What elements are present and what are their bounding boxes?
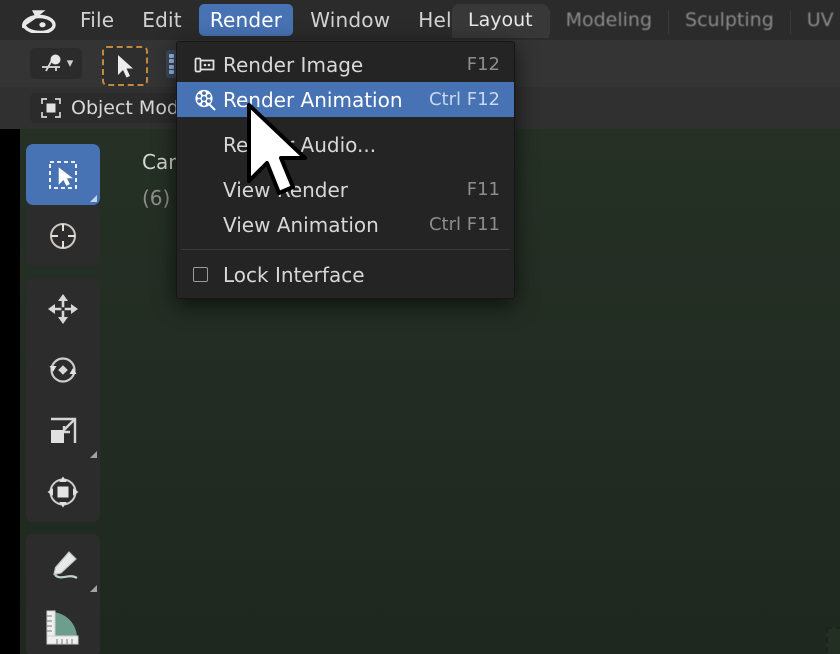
menu-gap (177, 162, 514, 172)
menu-item-shortcut: Ctrl F12 (428, 89, 500, 110)
camera-frame-border (826, 627, 840, 654)
left-edge-strip (0, 129, 20, 654)
tool-transform[interactable] (26, 461, 100, 522)
menu-item-label: View Render (223, 177, 349, 202)
menu-item-shortcut: F11 (466, 179, 500, 200)
tool-move[interactable] (26, 278, 100, 339)
cursor-arrow-icon (118, 55, 133, 78)
menu-item-view-animation[interactable]: View Animation Ctrl F11 (177, 207, 514, 242)
drag-grip-icon (169, 59, 174, 64)
tab-uv-editing[interactable]: UV E (791, 4, 840, 38)
menu-window[interactable]: Window (299, 4, 401, 36)
menu-item-render-audio[interactable]: Render Audio... (177, 127, 514, 162)
blender-logo-icon[interactable] (22, 7, 56, 33)
active-tool-button[interactable] (102, 46, 148, 86)
tool-tweak-select-box[interactable] (26, 144, 100, 205)
move-arrows-icon (48, 293, 78, 324)
tab-modeling[interactable]: Modeling (550, 4, 668, 38)
render-image-camera-icon (193, 54, 223, 76)
menu-item-render-animation[interactable]: Render Animation Ctrl F12 (177, 82, 514, 117)
mode-label: Object Mode (71, 97, 191, 119)
render-animation-filmreel-icon (193, 88, 223, 111)
menu-item-label: Render Image (223, 52, 364, 77)
workspace-tabs: Layout Modeling Sculpting UV E (452, 4, 840, 38)
tool-scale[interactable] (26, 400, 100, 461)
tab-layout[interactable]: Layout (452, 4, 549, 38)
scale-icon (51, 417, 77, 443)
drag-grip-icon (169, 54, 174, 59)
measure-ruler-icon (46, 610, 79, 644)
tool-measure[interactable] (26, 595, 100, 654)
menu-item-label: Render Animation (223, 87, 403, 112)
menu-item-view-render[interactable]: View Render F11 (177, 172, 514, 207)
toolbar-group-select (26, 144, 100, 266)
menu-separator (181, 249, 510, 250)
lock-interface-checkbox[interactable] (193, 267, 223, 282)
toolbar-group-transform (26, 278, 100, 522)
menu-item-shortcut: Ctrl F11 (428, 214, 500, 235)
menu-edit[interactable]: Edit (131, 4, 193, 36)
annotate-pencil-icon (53, 550, 78, 579)
menu-item-render-image[interactable]: Render Image F12 (177, 47, 514, 82)
tool-submenu-corner-icon (90, 195, 97, 202)
render-menu-dropdown: Render Image F12 Render Animation Ctrl F (176, 41, 515, 299)
menu-item-label: Lock Interface (223, 262, 365, 287)
chevron-down-icon: ▾ (66, 56, 74, 71)
checkbox-icon (193, 267, 208, 282)
tool-submenu-corner-icon (90, 585, 97, 592)
object-mode-icon (41, 98, 61, 118)
menu-render[interactable]: Render (198, 4, 294, 36)
tool-cursor[interactable] (26, 205, 100, 266)
menu-item-lock-interface[interactable]: Lock Interface (177, 257, 514, 292)
tool-annotate[interactable] (26, 534, 100, 595)
tab-sculpting[interactable]: Sculpting (669, 4, 790, 38)
menu-gap (177, 117, 514, 127)
menu-file[interactable]: File (69, 4, 125, 36)
rotate-icon (49, 356, 77, 383)
menu-item-label: View Animation (223, 212, 379, 237)
drag-grip-icon (169, 64, 174, 69)
menu-item-shortcut: F12 (466, 54, 500, 75)
menu-item-label: Render Audio... (223, 132, 377, 157)
snap-dropdown[interactable]: ▾ (30, 48, 82, 79)
outliner-text-count: (6) (142, 186, 171, 210)
drag-grip-icon (169, 69, 174, 74)
viewport-toolbar (26, 144, 100, 654)
3d-cursor-icon (50, 222, 76, 249)
select-box-cursor-icon (49, 160, 77, 189)
tool-submenu-corner-icon (90, 451, 97, 458)
transform-icon (47, 476, 79, 507)
toolbar-group-annotate (26, 534, 100, 654)
tool-rotate[interactable] (26, 339, 100, 400)
blender-window: Cam (6) Colle Object Mode (0, 0, 840, 654)
magnet-snap-icon (41, 54, 61, 71)
